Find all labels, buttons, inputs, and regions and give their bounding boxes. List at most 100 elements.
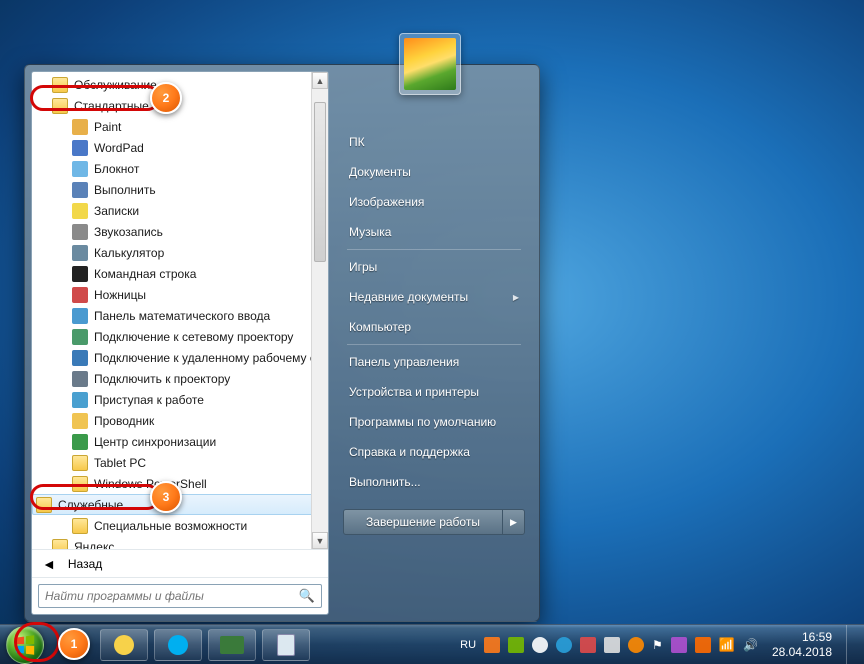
program-item[interactable]: Подключение к сетевому проектору [32, 326, 328, 347]
program-item[interactable]: WordPad [32, 137, 328, 158]
app-icon [72, 203, 88, 219]
folder-icon [72, 518, 88, 534]
taskbar-app-skype[interactable] [154, 629, 202, 661]
scroll-up-button[interactable]: ▲ [312, 72, 328, 89]
app-icon [72, 140, 88, 156]
program-item[interactable]: Проводник [32, 410, 328, 431]
tray-icon[interactable] [532, 637, 548, 653]
menu-item-label: Справка и поддержка [349, 445, 470, 459]
shutdown-options-button[interactable]: ▶ [503, 509, 525, 535]
network-icon[interactable]: 📶 [719, 637, 735, 653]
right-menu-item[interactable]: Устройства и принтеры [343, 377, 525, 407]
start-button[interactable] [6, 626, 44, 664]
folder-item[interactable]: Яндекс [32, 536, 328, 549]
tray-icon[interactable] [508, 637, 524, 653]
back-arrow-icon: ◄ [42, 556, 56, 572]
app-icon [72, 266, 88, 282]
menu-item-label: Недавние документы [349, 290, 468, 304]
shutdown-row: Завершение работы ▶ [343, 509, 525, 535]
right-menu-item[interactable]: Справка и поддержка [343, 437, 525, 467]
app-icon [72, 350, 88, 366]
start-menu: ОбслуживаниеСтандартныеPaintWordPadБлокн… [24, 64, 540, 622]
back-label: Назад [68, 557, 102, 571]
tray-icon[interactable] [695, 637, 711, 653]
item-label: Подключение к сетевому проектору [94, 330, 293, 344]
menu-item-label: Компьютер [349, 320, 411, 334]
right-menu-item[interactable]: Документы [343, 157, 525, 187]
folder-item[interactable]: Tablet PC [32, 452, 328, 473]
item-label: Панель математического ввода [94, 309, 270, 323]
tray-icon[interactable] [604, 637, 620, 653]
volume-icon[interactable]: 🔊 [743, 638, 758, 652]
app-icon [72, 224, 88, 240]
folder-icon [72, 455, 88, 471]
tray-icon[interactable] [628, 637, 644, 653]
clock[interactable]: 16:59 28.04.2018 [766, 630, 838, 659]
back-button[interactable]: ◄ Назад [32, 549, 328, 577]
program-item[interactable]: Подключить к проектору [32, 368, 328, 389]
right-menu-item[interactable]: Изображения [343, 187, 525, 217]
item-label: WordPad [94, 141, 144, 155]
search-input[interactable] [45, 589, 299, 603]
program-item[interactable]: Калькулятор [32, 242, 328, 263]
show-desktop-button[interactable] [846, 625, 854, 664]
program-item[interactable]: Панель математического ввода [32, 305, 328, 326]
folder-icon [72, 476, 88, 492]
program-item[interactable]: Ножницы [32, 284, 328, 305]
program-item[interactable]: Центр синхронизации [32, 431, 328, 452]
programs-list[interactable]: ОбслуживаниеСтандартныеPaintWordPadБлокн… [32, 72, 328, 549]
taskbar-app-3[interactable] [208, 629, 256, 661]
program-item[interactable]: Записки [32, 200, 328, 221]
tray-icon[interactable] [484, 637, 500, 653]
app-icon [72, 161, 88, 177]
app-icon [72, 371, 88, 387]
program-item[interactable]: Выполнить [32, 179, 328, 200]
right-menu-item[interactable]: Игры [343, 252, 525, 282]
app-icon [72, 308, 88, 324]
right-menu-item[interactable]: ПК [343, 127, 525, 157]
right-menu-item[interactable]: Выполнить... [343, 467, 525, 497]
clock-time: 16:59 [772, 630, 832, 644]
program-item[interactable]: Paint [32, 116, 328, 137]
tray-icon[interactable] [580, 637, 596, 653]
item-label: Блокнот [94, 162, 139, 176]
shutdown-button[interactable]: Завершение работы [343, 509, 503, 535]
start-menu-left-pane: ОбслуживаниеСтандартныеPaintWordPadБлокн… [31, 71, 329, 615]
search-box[interactable]: 🔍 [38, 584, 322, 608]
action-center-icon[interactable]: ⚑ [652, 638, 663, 652]
taskbar-app-1[interactable] [100, 629, 148, 661]
item-label: Звукозапись [94, 225, 163, 239]
item-label: Калькулятор [94, 246, 164, 260]
search-row: 🔍 [32, 577, 328, 614]
right-menu-item[interactable]: Панель управления [343, 347, 525, 377]
search-icon: 🔍 [299, 588, 315, 604]
right-menu-item[interactable]: Программы по умолчанию [343, 407, 525, 437]
program-item[interactable]: Блокнот [32, 158, 328, 179]
program-item[interactable]: Командная строка [32, 263, 328, 284]
system-tray: RU ⚑ 📶 🔊 16:59 28.04.2018 [460, 625, 858, 664]
tray-icon[interactable] [671, 637, 687, 653]
item-label: Командная строка [94, 267, 196, 281]
app-icon [72, 413, 88, 429]
menu-item-label: Выполнить... [349, 475, 421, 489]
item-label: Специальные возможности [94, 519, 247, 533]
right-menu-item[interactable]: Компьютер [343, 312, 525, 342]
program-item[interactable]: Звукозапись [32, 221, 328, 242]
start-menu-right-pane: ПК ДокументыИзображенияМузыка Игры Недавние… [329, 71, 533, 615]
user-avatar[interactable] [399, 33, 461, 95]
right-menu-item[interactable]: Недавние документы [343, 282, 525, 312]
scrollbar[interactable]: ▲ ▼ [311, 72, 328, 549]
item-label: Записки [94, 204, 139, 218]
language-indicator[interactable]: RU [460, 639, 476, 651]
program-item[interactable]: Приступая к работе [32, 389, 328, 410]
taskbar-app-notepad[interactable] [262, 629, 310, 661]
right-menu-item[interactable]: Музыка [343, 217, 525, 247]
menu-item-label: ПК [349, 135, 365, 149]
tray-icon[interactable] [556, 637, 572, 653]
scroll-thumb[interactable] [314, 102, 326, 262]
folder-item[interactable]: Специальные возможности [32, 515, 328, 536]
callout-1: 1 [58, 628, 90, 660]
program-item[interactable]: Подключение к удаленному рабочему стол..… [32, 347, 328, 368]
app-icon [72, 119, 88, 135]
scroll-down-button[interactable]: ▼ [312, 532, 328, 549]
